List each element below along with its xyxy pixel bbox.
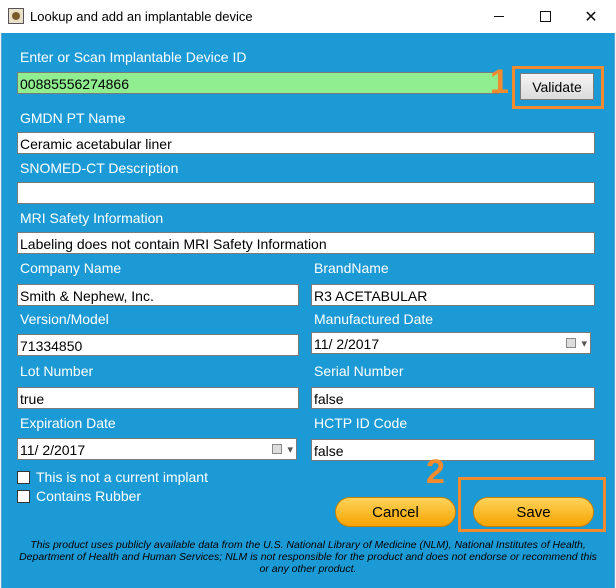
nlm-disclaimer: This product uses publicly available dat… xyxy=(19,539,597,575)
version-input[interactable]: 71334850 xyxy=(17,334,299,356)
expiration-date-label: Expiration Date xyxy=(20,415,116,431)
brand-input[interactable]: R3 ACETABULAR xyxy=(311,284,595,306)
hctp-label: HCTP ID Code xyxy=(314,415,408,431)
expiration-date-value: 11/ 2/2017 xyxy=(20,442,86,458)
lot-input[interactable]: true xyxy=(17,387,299,409)
expiration-date-picker[interactable]: 11/ 2/2017 ▾ xyxy=(17,438,297,460)
minimize-button[interactable] xyxy=(476,0,522,33)
brand-label: BrandName xyxy=(314,260,389,276)
manufactured-date-label: Manufactured Date xyxy=(314,311,434,327)
cancel-button[interactable]: Cancel xyxy=(335,497,456,527)
callout-number-2: 2 xyxy=(426,453,445,491)
callout-box-2 xyxy=(458,477,606,532)
gmdn-label: GMDN PT Name xyxy=(20,110,126,126)
chevron-down-icon[interactable]: ▾ xyxy=(287,443,293,456)
serial-label: Serial Number xyxy=(314,363,404,379)
manufactured-date-picker[interactable]: 11/ 2/2017 ▾ xyxy=(311,332,591,354)
callout-box-1 xyxy=(512,66,604,109)
mri-input[interactable]: Labeling does not contain MRI Safety Inf… xyxy=(17,232,595,254)
contains-rubber-checkbox[interactable] xyxy=(17,490,30,503)
callout-number-1: 1 xyxy=(490,63,509,101)
hctp-input[interactable]: false xyxy=(311,439,595,461)
close-button[interactable]: ✕ xyxy=(568,0,614,33)
dialog-body: Enter or Scan Implantable Device ID 0088… xyxy=(1,33,615,588)
lot-label: Lot Number xyxy=(20,363,94,379)
device-id-input[interactable]: 00885556274866 xyxy=(17,72,499,94)
calendar-icon[interactable] xyxy=(566,338,576,348)
company-label: Company Name xyxy=(20,260,122,276)
close-icon: ✕ xyxy=(584,8,598,26)
app-icon xyxy=(8,8,24,24)
maximize-button[interactable] xyxy=(522,0,568,33)
calendar-icon[interactable] xyxy=(272,444,282,454)
not-current-implant-label: This is not a current implant xyxy=(36,469,208,485)
minimize-icon xyxy=(494,16,504,17)
snomed-label: SNOMED-CT Description xyxy=(20,160,179,176)
snomed-input[interactable] xyxy=(17,182,595,204)
not-current-implant-checkbox[interactable] xyxy=(17,471,30,484)
version-label: Version/Model xyxy=(20,311,109,327)
maximize-icon xyxy=(539,11,551,22)
window-title: Lookup and add an implantable device xyxy=(30,9,253,24)
serial-input[interactable]: false xyxy=(311,387,595,409)
title-bar[interactable]: Lookup and add an implantable device ✕ xyxy=(0,0,616,33)
company-input[interactable]: Smith & Nephew, Inc. xyxy=(17,284,299,306)
chevron-down-icon[interactable]: ▾ xyxy=(581,337,587,350)
gmdn-input[interactable]: Ceramic acetabular liner xyxy=(17,132,595,154)
device-id-label: Enter or Scan Implantable Device ID xyxy=(20,49,247,65)
contains-rubber-label: Contains Rubber xyxy=(36,488,142,504)
mri-label: MRI Safety Information xyxy=(20,210,164,226)
manufactured-date-value: 11/ 2/2017 xyxy=(314,336,380,352)
